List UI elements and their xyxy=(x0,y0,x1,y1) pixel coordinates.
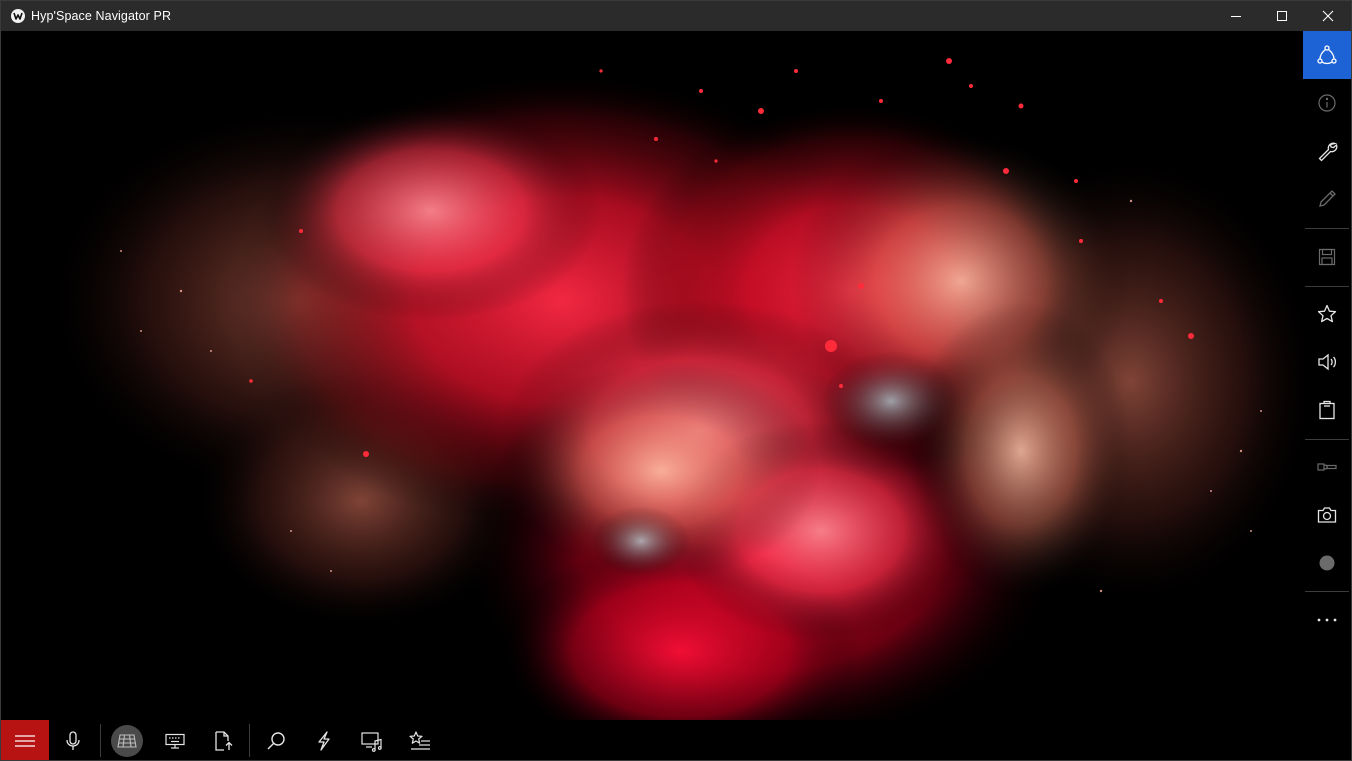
camera-button[interactable] xyxy=(1303,491,1351,539)
network-icon xyxy=(1317,45,1337,65)
search-button[interactable] xyxy=(252,720,300,760)
search-icon xyxy=(267,731,285,749)
camera-icon xyxy=(1317,507,1337,523)
more-button[interactable] xyxy=(1303,596,1351,644)
minimize-button[interactable] xyxy=(1213,1,1259,31)
title-bar: Hyp'Space Navigator PR xyxy=(1,1,1351,31)
share-file-button[interactable] xyxy=(199,720,247,760)
volume-button[interactable] xyxy=(1303,338,1351,386)
lightning-icon xyxy=(318,730,330,751)
toolbar-divider xyxy=(249,724,250,757)
save-icon xyxy=(1318,248,1336,266)
wrench-button[interactable] xyxy=(1303,127,1351,175)
toolbar-divider xyxy=(100,724,101,757)
maximize-button[interactable] xyxy=(1259,1,1305,31)
lightning-button[interactable] xyxy=(300,720,348,760)
keyboard-button[interactable] xyxy=(151,720,199,760)
record-icon xyxy=(1319,555,1335,571)
wrench-icon xyxy=(1318,142,1338,162)
star-icon xyxy=(1317,304,1337,323)
sidebar-divider xyxy=(1305,591,1349,592)
microphone-button[interactable] xyxy=(49,720,97,760)
right-sidebar xyxy=(1303,31,1351,760)
info-button[interactable] xyxy=(1303,79,1351,127)
favorites-list-button[interactable] xyxy=(396,720,444,760)
globe-icon xyxy=(117,733,137,748)
clipboard-icon xyxy=(1319,400,1335,420)
close-icon xyxy=(1322,10,1334,22)
sidebar-divider xyxy=(1305,286,1349,287)
save-button[interactable] xyxy=(1303,233,1351,281)
media-button[interactable] xyxy=(348,720,396,760)
menu-button[interactable] xyxy=(1,720,49,760)
favorites-list-icon xyxy=(409,730,430,750)
app-logo-icon xyxy=(11,9,25,23)
globe-button-bg xyxy=(111,724,143,757)
media-icon xyxy=(361,731,382,752)
clipboard-button[interactable] xyxy=(1303,386,1351,434)
flashlight-icon xyxy=(1317,463,1337,471)
red-powder-explosion-image xyxy=(1,31,1303,720)
app-window: Hyp'Space Navigator PR xyxy=(0,0,1352,761)
favorite-button[interactable] xyxy=(1303,290,1351,338)
window-controls xyxy=(1213,1,1351,31)
window-title: Hyp'Space Navigator PR xyxy=(31,9,172,23)
minimize-icon xyxy=(1231,16,1241,17)
close-button[interactable] xyxy=(1305,1,1351,31)
maximize-icon xyxy=(1277,11,1287,21)
more-icon xyxy=(1317,618,1337,622)
hamburger-icon xyxy=(15,734,35,747)
info-icon xyxy=(1318,94,1336,112)
bottom-toolbar xyxy=(1,720,1303,760)
record-button[interactable] xyxy=(1303,539,1351,587)
main-view[interactable] xyxy=(1,31,1303,720)
keyboard-icon xyxy=(165,733,185,749)
sidebar-divider xyxy=(1305,228,1349,229)
share-file-icon xyxy=(215,730,233,751)
pencil-icon xyxy=(1319,190,1336,207)
flashlight-button[interactable] xyxy=(1303,443,1351,491)
sidebar-divider xyxy=(1305,439,1349,440)
microphone-icon xyxy=(66,730,80,750)
pencil-button[interactable] xyxy=(1303,175,1351,223)
globe-button[interactable] xyxy=(103,720,151,760)
network-button[interactable] xyxy=(1303,31,1351,79)
speaker-icon xyxy=(1318,353,1337,371)
